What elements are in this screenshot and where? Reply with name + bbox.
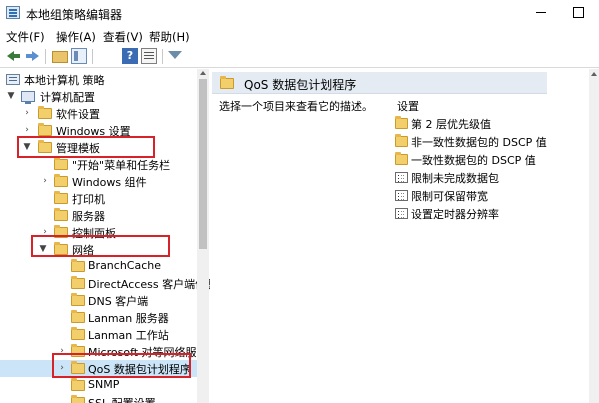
toolbar-separator xyxy=(162,49,163,64)
policy-setting-icon xyxy=(395,190,408,201)
tree-item-directaccess[interactable]: DirectAccess 客户端体验 xyxy=(0,275,210,292)
show-hide-tree-icon[interactable] xyxy=(71,48,87,64)
tree-item-lanman-workstation[interactable]: Lanman 工作站 xyxy=(0,326,197,343)
tree-item-branchcache[interactable]: BranchCache xyxy=(0,258,197,275)
highlight-box-administrative-templates xyxy=(17,136,155,158)
folder-icon xyxy=(38,106,52,119)
minimize-icon[interactable] xyxy=(534,4,548,18)
tree-item-lanman-server[interactable]: Lanman 服务器 xyxy=(0,309,197,326)
tree-item-local-computer-policy[interactable]: 本地计算机 策略 xyxy=(0,71,197,88)
forward-arrow-icon[interactable] xyxy=(24,48,40,64)
folder-icon xyxy=(54,191,68,204)
computer-icon xyxy=(21,91,35,104)
folder-icon xyxy=(54,208,68,221)
folder-icon xyxy=(71,310,85,323)
title-bar: 本地组策略编辑器 xyxy=(0,0,599,26)
folder-icon xyxy=(220,76,234,89)
tree-item-windows-components[interactable]: › Windows 组件 xyxy=(0,173,197,190)
scrollbar-thumb[interactable] xyxy=(199,79,207,249)
policy-icon xyxy=(6,74,20,85)
expand-arrow-icon[interactable]: › xyxy=(22,105,32,122)
description-text: 选择一个项目来查看它的描述。 xyxy=(219,100,373,113)
details-scrollbar[interactable] xyxy=(589,69,599,403)
folder-icon xyxy=(54,157,68,170)
folder-icon xyxy=(71,259,85,272)
folder-icon xyxy=(71,327,85,340)
help-icon[interactable]: ? xyxy=(122,48,138,64)
gpedit-app-icon xyxy=(6,6,20,19)
tree-item-dns-client[interactable]: DNS 客户端 xyxy=(0,292,197,309)
collapse-arrow-icon[interactable]: ▼ xyxy=(6,88,16,105)
back-arrow-icon[interactable] xyxy=(6,48,22,64)
maximize-icon[interactable] xyxy=(573,7,584,18)
policy-setting-icon xyxy=(395,172,408,183)
filter-icon[interactable] xyxy=(168,51,182,59)
folder-icon xyxy=(71,293,85,306)
folder-icon xyxy=(395,116,408,129)
folder-icon xyxy=(71,378,85,391)
tree-item-printers[interactable]: 打印机 xyxy=(0,190,197,207)
toolbar: ? xyxy=(0,46,599,68)
details-pane: QoS 数据包计划程序 选择一个项目来查看它的描述。 设置 第 2 层优先级值 … xyxy=(212,69,599,403)
highlight-box-network xyxy=(31,235,170,257)
folder-icon xyxy=(395,134,408,147)
highlight-box-qos-packet-scheduler xyxy=(52,353,191,378)
folder-icon xyxy=(38,123,52,136)
menu-help[interactable]: 帮助(H) xyxy=(149,29,190,45)
folder-icon xyxy=(71,276,85,289)
details-header: QoS 数据包计划程序 xyxy=(212,72,547,94)
tree-item-computer-configuration[interactable]: ▼ 计算机配置 xyxy=(0,88,197,105)
expand-arrow-icon[interactable]: › xyxy=(40,173,50,190)
tree-item-server[interactable]: 服务器 xyxy=(0,207,197,224)
toolbar-separator xyxy=(92,49,93,64)
tree-scrollbar[interactable] xyxy=(197,69,209,403)
properties-icon[interactable] xyxy=(141,48,157,64)
folder-icon xyxy=(71,395,85,403)
folder-icon xyxy=(54,174,68,187)
details-title: QoS 数据包计划程序 xyxy=(244,78,357,92)
tree-item-start-menu-taskbar[interactable]: "开始"菜单和任务栏 xyxy=(0,156,197,173)
menu-action[interactable]: 操作(A) xyxy=(56,29,96,45)
scroll-up-arrow-icon[interactable] xyxy=(200,71,206,75)
menu-view[interactable]: 查看(V) xyxy=(103,29,143,45)
folder-up-icon[interactable] xyxy=(52,51,68,63)
tree-item-ssl-configuration[interactable]: SSL 配置设置 xyxy=(0,394,197,403)
tree-item-software-settings[interactable]: › 软件设置 xyxy=(0,105,197,122)
tree-item-snmp[interactable]: SNMP xyxy=(0,377,197,394)
scroll-up-arrow-icon[interactable] xyxy=(591,72,597,76)
window-title: 本地组策略编辑器 xyxy=(26,8,123,22)
folder-icon xyxy=(395,152,408,165)
policy-setting-icon xyxy=(395,208,408,219)
toolbar-separator xyxy=(45,49,46,64)
menu-bar: 文件(F) 操作(A) 查看(V) 帮助(H) xyxy=(0,27,599,45)
menu-file[interactable]: 文件(F) xyxy=(6,29,45,45)
settings-column-header[interactable]: 设置 xyxy=(397,98,419,114)
